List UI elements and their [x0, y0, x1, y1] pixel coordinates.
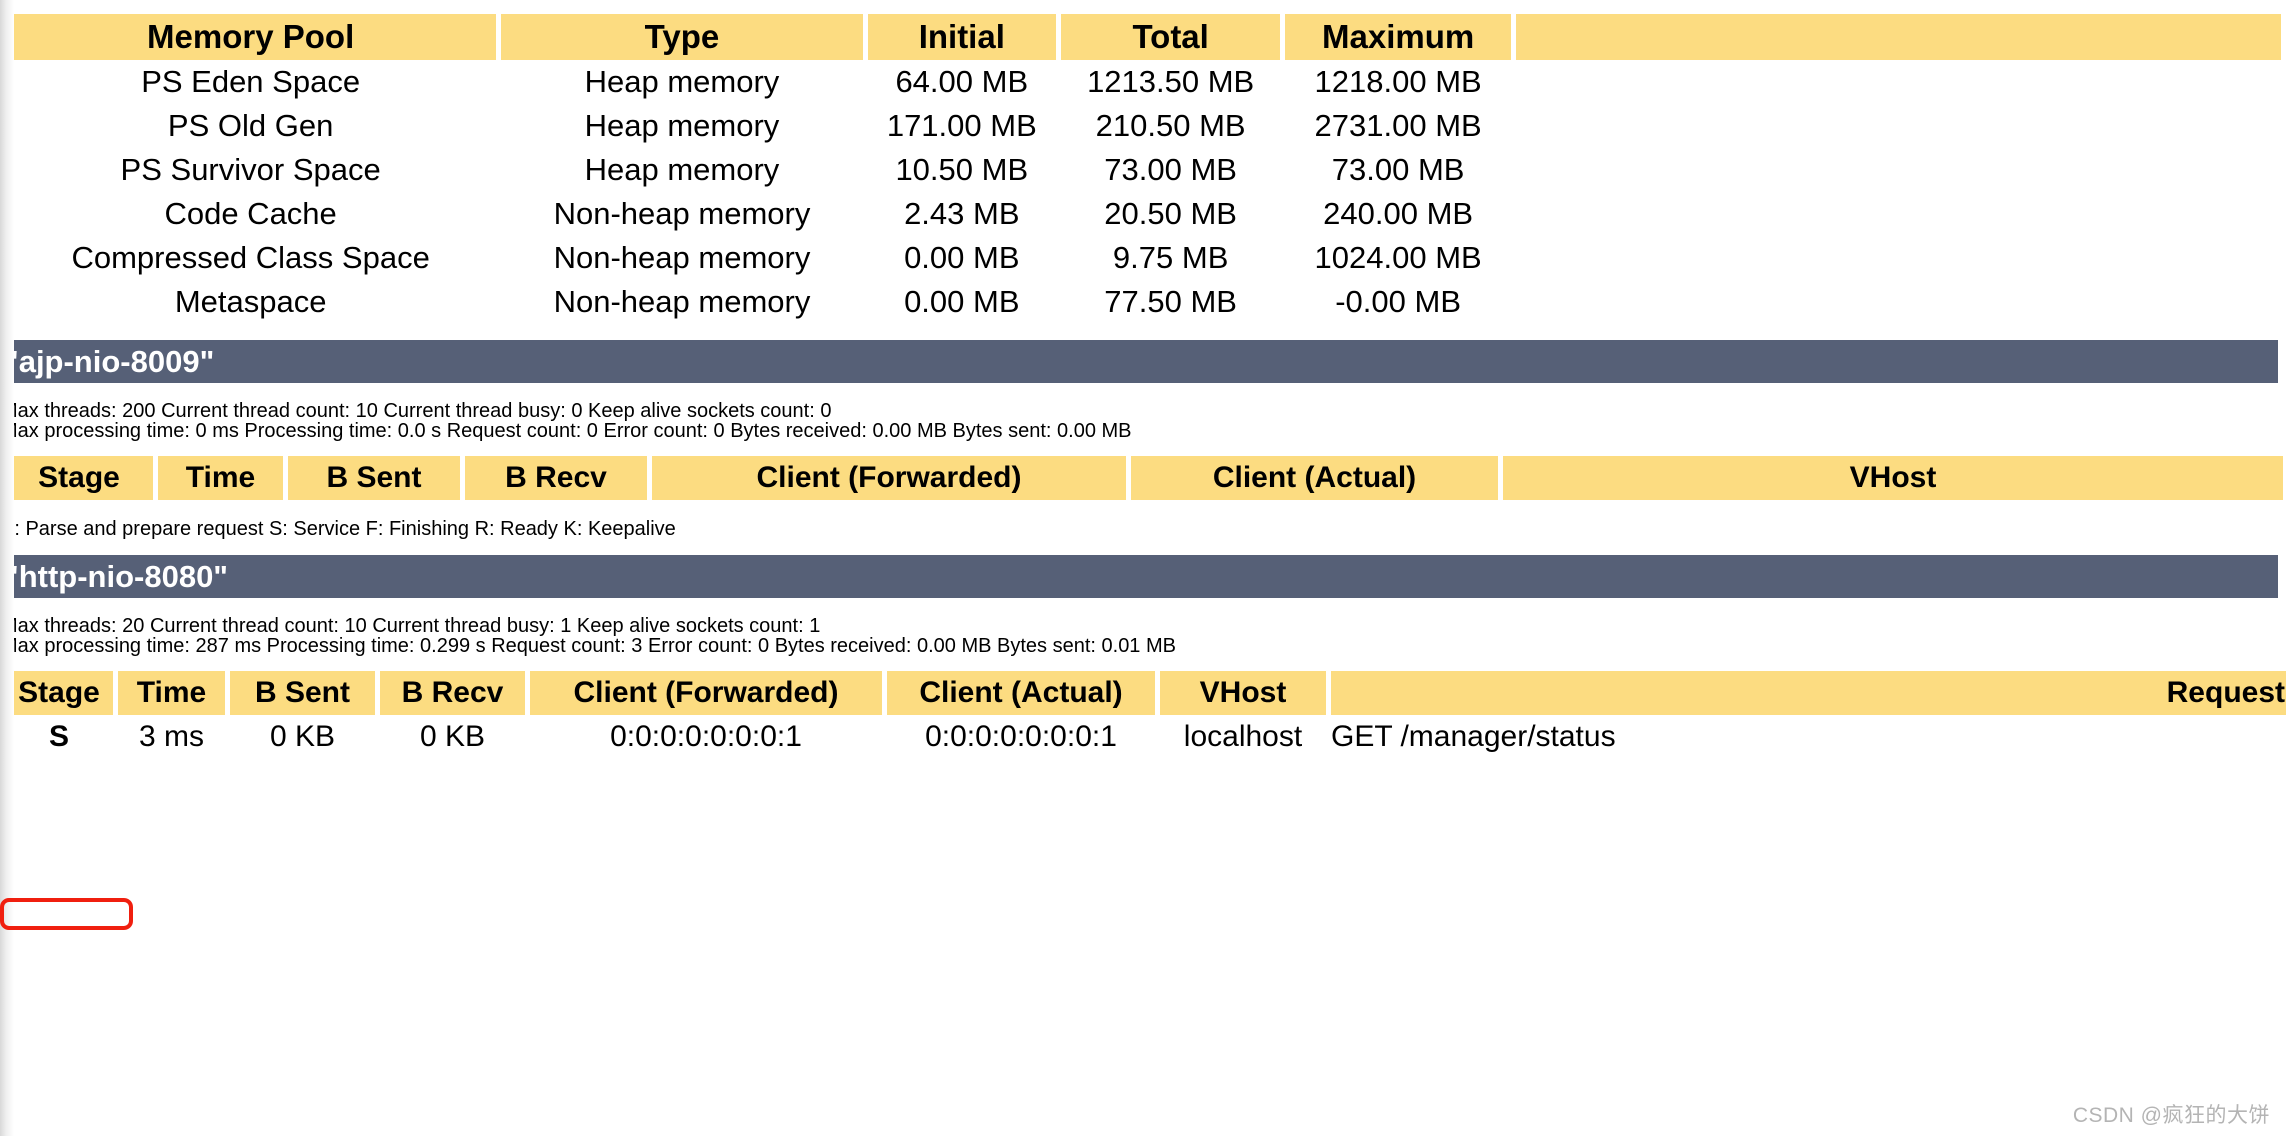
connector-banner-ajp-nio-8009: "ajp-nio-8009" — [0, 340, 2278, 383]
column-header-b-recv[interactable]: B Recv — [380, 671, 525, 715]
cell-used — [1515, 280, 2281, 324]
cell-memory-pool: Compressed Class Space — [5, 236, 497, 280]
table-header-row: Stage Time B Sent B Recv Client (Forward… — [5, 456, 2283, 500]
stage-table-http: Stage Time B Sent B Recv Client (Forward… — [0, 671, 2286, 759]
column-header-memory-pool[interactable]: Memory Pool — [5, 14, 497, 60]
table-row: Compressed Class Space Non-heap memory 0… — [5, 236, 2281, 280]
cell-total: 77.50 MB — [1060, 280, 1281, 324]
cell-maximum: 1024.00 MB — [1285, 236, 1511, 280]
column-header-vhost[interactable]: VHost — [1503, 456, 2283, 500]
cell-vhost: localhost — [1160, 715, 1326, 759]
cell-memory-pool: Metaspace — [5, 280, 497, 324]
cell-type: Heap memory — [501, 104, 863, 148]
column-header-stage[interactable]: Stage — [5, 671, 113, 715]
cell-type: Non-heap memory — [501, 280, 863, 324]
annotation-highlight-box — [0, 898, 133, 930]
stage-table-ajp: Stage Time B Sent B Recv Client (Forward… — [0, 456, 2286, 500]
cell-used — [1515, 236, 2281, 280]
column-header-client-actual[interactable]: Client (Actual) — [887, 671, 1155, 715]
cell-total: 210.50 MB — [1060, 104, 1281, 148]
column-header-time[interactable]: Time — [118, 671, 225, 715]
cell-type: Non-heap memory — [501, 192, 863, 236]
cell-maximum: 2731.00 MB — [1285, 104, 1511, 148]
column-header-vhost[interactable]: VHost — [1160, 671, 1326, 715]
memory-pool-table-container: Memory Pool Type Initial Total Maximum P… — [0, 14, 2286, 324]
stage-legend-ajp: P: Parse and prepare request S: Service … — [1, 518, 676, 540]
cell-used — [1515, 192, 2281, 236]
table-row: Metaspace Non-heap memory 0.00 MB 77.50 … — [5, 280, 2281, 324]
cell-time: 3 ms — [118, 715, 225, 759]
cell-type: Non-heap memory — [501, 236, 863, 280]
cell-b-sent: 0 KB — [230, 715, 375, 759]
column-header-used[interactable] — [1515, 14, 2281, 60]
memory-pool-table: Memory Pool Type Initial Total Maximum P… — [0, 14, 2286, 324]
column-header-type[interactable]: Type — [501, 14, 863, 60]
cell-maximum: 73.00 MB — [1285, 148, 1511, 192]
cell-total: 73.00 MB — [1060, 148, 1281, 192]
cell-client-actual: 0:0:0:0:0:0:0:1 — [887, 715, 1155, 759]
table-row: PS Survivor Space Heap memory 10.50 MB 7… — [5, 148, 2281, 192]
stage-table-container-ajp: Stage Time B Sent B Recv Client (Forward… — [0, 456, 2286, 500]
table-row: S 3 ms 0 KB 0 KB 0:0:0:0:0:0:0:1 0:0:0:0… — [5, 715, 2286, 759]
cell-memory-pool: PS Survivor Space — [5, 148, 497, 192]
column-header-b-recv[interactable]: B Recv — [465, 456, 647, 500]
table-row: Code Cache Non-heap memory 2.43 MB 20.50… — [5, 192, 2281, 236]
cell-request: GET /manager/status — [1331, 715, 2286, 759]
table-header-row: Memory Pool Type Initial Total Maximum — [5, 14, 2281, 60]
cell-total: 20.50 MB — [1060, 192, 1281, 236]
cell-memory-pool: PS Old Gen — [5, 104, 497, 148]
cell-used — [1515, 60, 2281, 104]
table-row: PS Old Gen Heap memory 171.00 MB 210.50 … — [5, 104, 2281, 148]
cell-initial: 64.00 MB — [867, 60, 1056, 104]
cell-used — [1515, 104, 2281, 148]
cell-memory-pool: PS Eden Space — [5, 60, 497, 104]
cell-initial: 0.00 MB — [867, 236, 1056, 280]
cell-maximum: -0.00 MB — [1285, 280, 1511, 324]
connector-stats-line2-ajp: Max processing time: 0 ms Processing tim… — [1, 420, 1132, 442]
csdn-watermark: CSDN @疯狂的大饼 — [2072, 1104, 2270, 1127]
cell-type: Heap memory — [501, 148, 863, 192]
column-header-client-forwarded[interactable]: Client (Forwarded) — [530, 671, 882, 715]
cell-initial: 2.43 MB — [867, 192, 1056, 236]
cell-total: 9.75 MB — [1060, 236, 1281, 280]
cell-type: Heap memory — [501, 60, 863, 104]
cell-maximum: 240.00 MB — [1285, 192, 1511, 236]
connector-banner-http-nio-8080: "http-nio-8080" — [0, 555, 2278, 598]
cell-total: 1213.50 MB — [1060, 60, 1281, 104]
column-header-maximum[interactable]: Maximum — [1285, 14, 1511, 60]
cell-initial: 10.50 MB — [867, 148, 1056, 192]
column-header-time[interactable]: Time — [158, 456, 283, 500]
column-header-client-forwarded[interactable]: Client (Forwarded) — [652, 456, 1126, 500]
cell-stage: S — [5, 715, 113, 759]
cell-initial: 0.00 MB — [867, 280, 1056, 324]
connector-stats-line2-http: Max processing time: 287 ms Processing t… — [1, 635, 1176, 657]
column-header-request[interactable]: Request — [1331, 671, 2286, 715]
cell-initial: 171.00 MB — [867, 104, 1056, 148]
table-row: PS Eden Space Heap memory 64.00 MB 1213.… — [5, 60, 2281, 104]
table-header-row: Stage Time B Sent B Recv Client (Forward… — [5, 671, 2286, 715]
column-header-b-sent[interactable]: B Sent — [288, 456, 460, 500]
stage-table-container-http: Stage Time B Sent B Recv Client (Forward… — [0, 671, 2286, 759]
cell-maximum: 1218.00 MB — [1285, 60, 1511, 104]
cell-b-recv: 0 KB — [380, 715, 525, 759]
column-header-total[interactable]: Total — [1060, 14, 1281, 60]
column-header-client-actual[interactable]: Client (Actual) — [1131, 456, 1498, 500]
cell-used — [1515, 148, 2281, 192]
column-header-b-sent[interactable]: B Sent — [230, 671, 375, 715]
column-header-stage[interactable]: Stage — [5, 456, 153, 500]
cell-memory-pool: Code Cache — [5, 192, 497, 236]
cell-client-forwarded: 0:0:0:0:0:0:0:1 — [530, 715, 882, 759]
column-header-initial[interactable]: Initial — [867, 14, 1056, 60]
